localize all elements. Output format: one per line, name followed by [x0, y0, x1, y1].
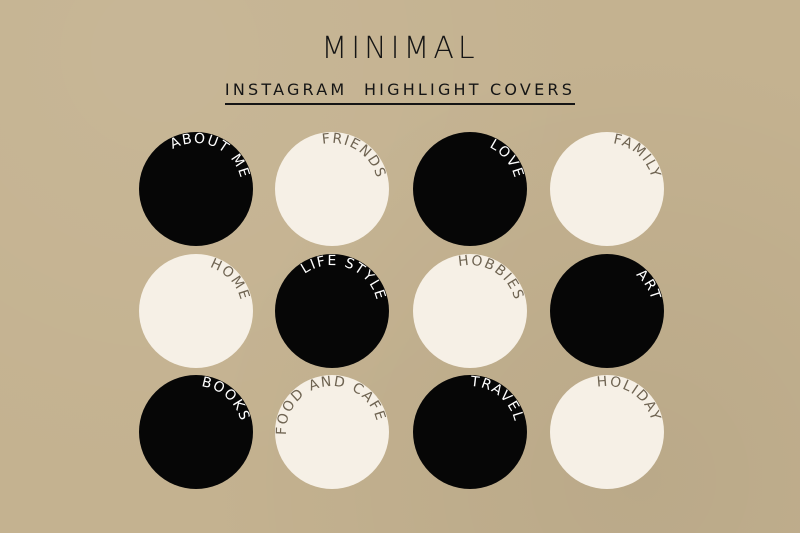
highlight-cover[interactable]: LOVE — [413, 132, 527, 246]
cover-circle-light — [413, 254, 527, 368]
highlight-cover[interactable]: TRAVEL — [413, 374, 527, 489]
canvas: MINIMAL INSTAGRAM HIGHLIGHT COVERS ABOUT… — [0, 0, 800, 533]
highlight-cover[interactable]: BOOKS — [139, 374, 253, 489]
highlight-cover[interactable]: ABOUT ME — [139, 131, 253, 246]
highlight-covers-grid: ABOUT MEFRIENDSLOVEFAMILYHOMELIFE STYLEH… — [139, 131, 664, 489]
highlight-cover[interactable]: FAMILY — [550, 131, 664, 246]
highlight-cover[interactable]: HOME — [139, 254, 253, 368]
highlight-cover[interactable]: FRIENDS — [275, 131, 389, 246]
highlight-cover[interactable]: FOOD AND CAFE — [274, 374, 389, 489]
highlight-cover[interactable]: HOBBIES — [413, 253, 527, 368]
highlight-cover[interactable]: LIFE STYLE — [275, 253, 389, 368]
highlight-cover[interactable]: ART — [550, 254, 664, 368]
highlight-cover[interactable]: HOLIDAY — [550, 374, 664, 489]
